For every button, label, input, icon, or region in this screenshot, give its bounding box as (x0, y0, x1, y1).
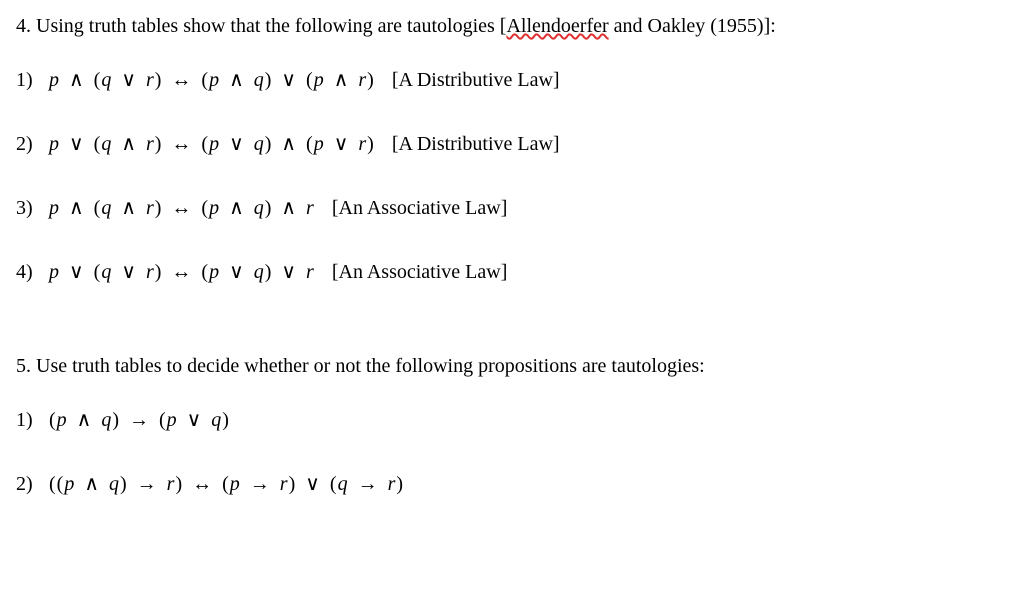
q5-item-2: 2) ((p ∧ q) → r) ↔ (p → r) ∨ (q → r) (16, 470, 1012, 498)
item-number: 1) (16, 406, 44, 434)
law-label: [A Distributive Law] (392, 133, 560, 155)
law-label: [A Distributive Law] (392, 69, 560, 91)
item-number: 2) (16, 130, 44, 158)
math-expression: p ∧ (q ∧ r) ↔ (p ∧ q) ∧ r (49, 197, 315, 219)
item-number: 4) (16, 258, 44, 286)
item-number: 1) (16, 66, 44, 94)
q5-item-1: 1) (p ∧ q) → (p ∨ q) (16, 406, 1012, 434)
math-expression: p ∧ (q ∨ r) ↔ (p ∧ q) ∨ (p ∧ r) (49, 69, 375, 91)
law-label: [An Associative Law] (332, 197, 508, 219)
q5-prompt: 5. Use truth tables to decide whether or… (16, 352, 1012, 380)
q4-item-1: 1) p ∧ (q ∨ r) ↔ (p ∧ q) ∨ (p ∧ r) [A Di… (16, 66, 1012, 94)
q4-item-4: 4) p ∨ (q ∨ r) ↔ (p ∨ q) ∨ r [An Associa… (16, 258, 1012, 286)
q4-author-squiggle: Allendoerfer (506, 15, 608, 37)
q4-prompt: 4. Using truth tables show that the foll… (16, 12, 1012, 40)
q4-item-3: 3) p ∧ (q ∧ r) ↔ (p ∧ q) ∧ r [An Associa… (16, 194, 1012, 222)
law-label: [An Associative Law] (332, 261, 508, 283)
q4-prompt-pre: 4. Using truth tables show that the foll… (16, 15, 506, 37)
math-expression: ((p ∧ q) → r) ↔ (p → r) ∨ (q → r) (49, 473, 404, 495)
item-number: 3) (16, 194, 44, 222)
math-expression: p ∨ (q ∨ r) ↔ (p ∨ q) ∨ r (49, 261, 315, 283)
q4-item-2: 2) p ∨ (q ∧ r) ↔ (p ∨ q) ∧ (p ∨ r) [A Di… (16, 130, 1012, 158)
section-spacer (16, 322, 1012, 352)
q4-prompt-post: and Oakley (1955)]: (609, 15, 776, 37)
math-expression: (p ∧ q) → (p ∨ q) (49, 409, 230, 431)
math-expression: p ∨ (q ∧ r) ↔ (p ∨ q) ∧ (p ∨ r) (49, 133, 375, 155)
item-number: 2) (16, 470, 44, 498)
